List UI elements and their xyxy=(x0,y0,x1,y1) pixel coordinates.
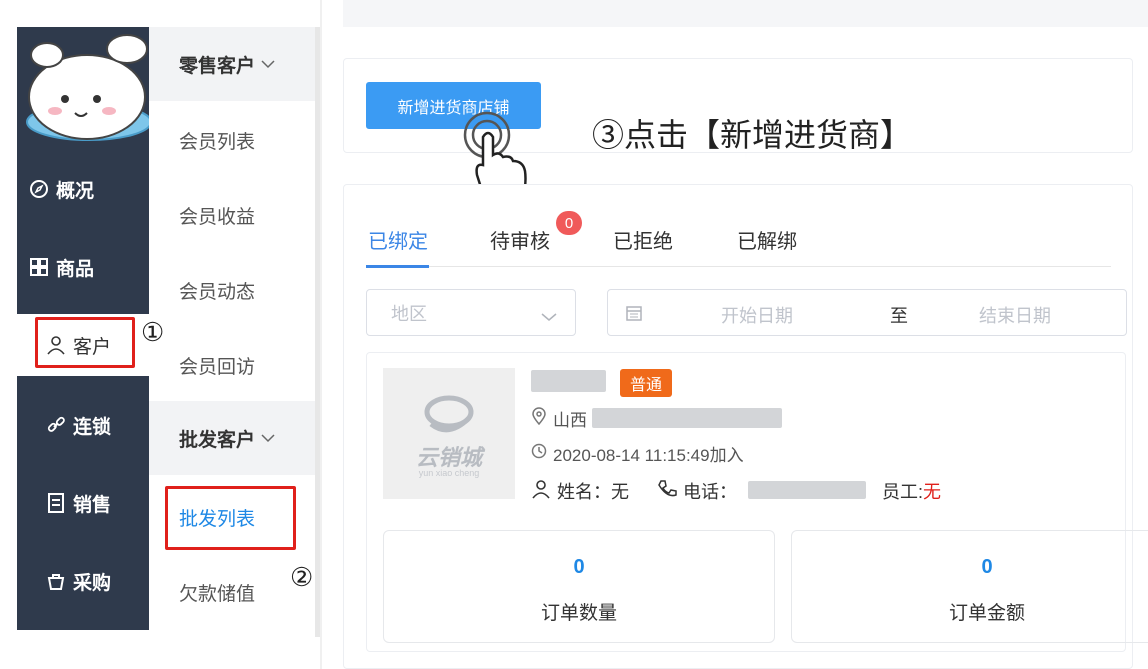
tab-unbound[interactable]: 已解绑 xyxy=(737,225,797,254)
calendar-icon xyxy=(625,304,643,327)
phone-icon xyxy=(657,479,683,504)
nav-item-purchase[interactable]: 采购 xyxy=(17,550,149,612)
submenu-item-member-revisit[interactable]: 会员回访 xyxy=(179,352,255,379)
order-amount-label: 订单金额 xyxy=(948,603,1025,624)
chevron-down-icon xyxy=(261,53,275,75)
highlight-customer xyxy=(35,317,135,368)
range-separator: 至 xyxy=(890,306,908,326)
user-icon xyxy=(531,479,557,504)
phone-label: 电话： xyxy=(683,482,737,502)
shop-contact-phone: 电话： xyxy=(657,478,737,504)
tab-divider xyxy=(366,266,1111,267)
nav-item-goods[interactable]: 商品 xyxy=(0,236,132,298)
shop-address: 山西 xyxy=(531,406,587,431)
submenu-scrollbar[interactable] xyxy=(315,27,320,637)
nav-label: 销售 xyxy=(73,494,112,516)
submenu-item-member-earnings[interactable]: 会员收益 xyxy=(179,202,255,229)
bag-icon xyxy=(45,570,67,592)
shop-contact-name: 姓名：无 xyxy=(531,478,629,504)
shop-name-redacted xyxy=(531,370,606,392)
compass-icon xyxy=(28,178,50,200)
order-amount-panel: 0 订单金额 xyxy=(791,530,1148,643)
step-marker-2: ② xyxy=(290,563,314,593)
highlight-wholesale-list xyxy=(165,486,296,550)
shop-joined-time: 2020-08-14 11:15:49加入 xyxy=(531,441,744,466)
step-instruction-3: ③点击【新增进货商】 xyxy=(592,116,913,154)
submenu-item-debt-deposit[interactable]: 欠款储值 xyxy=(179,579,255,606)
order-count-panel: 0 订单数量 xyxy=(383,530,775,643)
step-marker-1: ① xyxy=(141,318,165,348)
region-placeholder: 地区 xyxy=(391,303,427,324)
nav-label: 商品 xyxy=(56,258,95,280)
nav-item-chain[interactable]: 连锁 xyxy=(17,394,149,456)
order-count-value: 0 xyxy=(573,556,585,578)
mascot-logo xyxy=(17,27,152,157)
nav-item-sales[interactable]: 销售 xyxy=(17,472,149,534)
region-select[interactable]: 地区 xyxy=(366,289,576,336)
submenu-group-retail[interactable]: 零售客户 xyxy=(149,27,315,101)
active-tab-indicator xyxy=(366,265,429,268)
pending-count-badge: 0 xyxy=(556,211,582,235)
address-redacted xyxy=(592,408,782,428)
end-date-input[interactable]: 结束日期 xyxy=(979,302,1051,328)
shop-logo-placeholder: 云销城 yun xiao cheng xyxy=(383,368,515,499)
submenu-group-wholesale[interactable]: 批发客户 xyxy=(149,401,315,475)
grid-icon xyxy=(28,256,50,278)
clock-icon xyxy=(531,443,553,464)
chevron-down-icon xyxy=(261,427,275,449)
order-amount-value: 0 xyxy=(981,556,993,578)
shop-staff: 员工: 无 xyxy=(882,478,941,504)
submenu-item-member-list[interactable]: 会员列表 xyxy=(179,127,255,154)
location-pin-icon xyxy=(531,407,553,430)
shop-level-tag: 普通 xyxy=(620,369,673,397)
start-date-input[interactable]: 开始日期 xyxy=(721,302,793,328)
tab-rejected[interactable]: 已拒绝 xyxy=(613,225,673,254)
link-icon xyxy=(45,414,67,436)
tab-bound[interactable]: 已绑定 xyxy=(368,225,428,254)
name-text: 姓名：无 xyxy=(557,482,629,502)
staff-value: 无 xyxy=(923,482,942,502)
chevron-down-icon xyxy=(541,306,557,327)
top-strip xyxy=(343,0,1148,27)
staff-label: 员工: xyxy=(882,482,924,502)
date-range-picker[interactable]: 开始日期 至 结束日期 xyxy=(607,289,1127,336)
nav-item-overview[interactable]: 概况 xyxy=(0,158,132,220)
submenu-item-member-activity[interactable]: 会员动态 xyxy=(179,277,255,304)
order-count-label: 订单数量 xyxy=(540,603,617,624)
receipt-icon xyxy=(45,492,67,514)
nav-label: 采购 xyxy=(73,572,112,594)
address-text: 山西 xyxy=(553,411,587,430)
group-title: 零售客户 xyxy=(179,55,256,77)
tab-pending[interactable]: 待审核 xyxy=(490,225,550,254)
group-title: 批发客户 xyxy=(179,429,256,451)
joined-text: 2020-08-14 11:15:49加入 xyxy=(553,446,744,465)
logo-subtext: yun xiao cheng xyxy=(418,468,480,478)
phone-redacted xyxy=(748,481,866,499)
nav-label: 概况 xyxy=(56,180,95,202)
nav-label: 连锁 xyxy=(73,416,112,438)
panel-divider xyxy=(320,0,322,669)
